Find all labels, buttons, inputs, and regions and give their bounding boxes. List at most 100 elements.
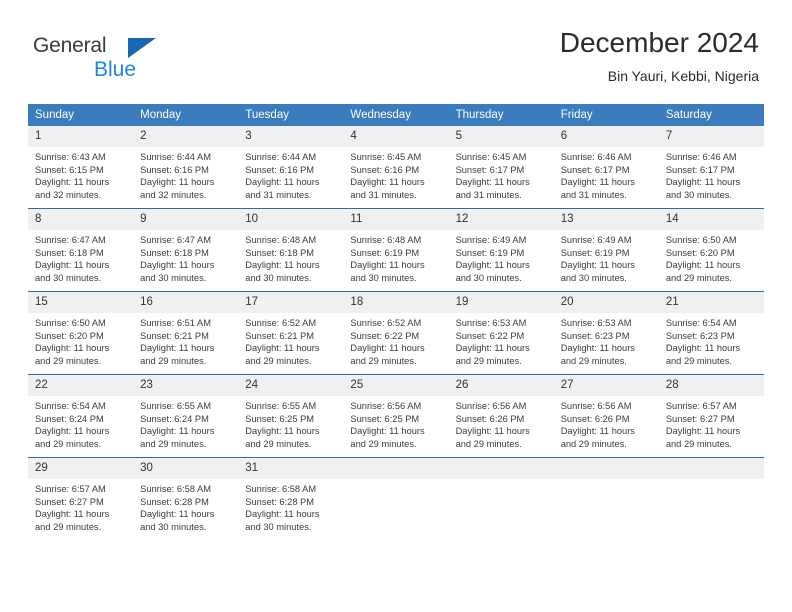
daylight-line1: Daylight: 11 hours xyxy=(350,260,425,271)
day-cell[interactable]: 16 Sunrise: 6:51 AM Sunset: 6:21 PM Dayligh… xyxy=(133,291,239,375)
sunrise-text: Sunrise: 6:44 AM xyxy=(245,152,317,162)
day-cell[interactable]: 27 Sunrise: 6:56 AM Sunset: 6:26 PM Dayligh… xyxy=(553,374,659,458)
daylight-line2: and 29 minutes. xyxy=(35,521,102,532)
day-cell[interactable]: 7 Sunrise: 6:46 AM Sunset: 6:17 PM Daylight… xyxy=(658,126,764,209)
calendar-page: General Blue December 2024 Bin Yauri, Ke… xyxy=(0,0,792,612)
sunrise-text: Sunrise: 6:47 AM xyxy=(35,235,106,245)
daylight-line2: and 32 minutes. xyxy=(140,189,207,200)
sunset-text: Sunset: 6:23 PM xyxy=(665,330,735,341)
day-details: Sunrise: 6:53 AM Sunset: 6:23 PM Daylight:… xyxy=(554,313,659,384)
daylight-line2: and 30 minutes. xyxy=(245,272,312,283)
daylight-line1: Daylight: 11 hours xyxy=(455,260,530,271)
day-number: 25 xyxy=(343,375,449,396)
daylight-line1: Daylight: 11 hours xyxy=(245,177,320,188)
daylight-line1: Daylight: 11 hours xyxy=(35,177,110,188)
day-details: Sunrise: 6:48 AM Sunset: 6:19 PM Daylight:… xyxy=(343,230,448,301)
day-cell[interactable]: 6 Sunrise: 6:46 AM Sunset: 6:17 PM Daylight… xyxy=(553,126,659,209)
week-row: 15 Sunrise: 6:50 AM Sunset: 6:20 PM Dayligh… xyxy=(28,291,764,375)
day-cell[interactable]: 11 Sunrise: 6:48 AM Sunset: 6:19 PM Dayligh… xyxy=(343,208,449,292)
sunrise-text: Sunrise: 6:58 AM xyxy=(245,484,317,494)
daylight-line1: Daylight: 11 hours xyxy=(140,177,215,188)
day-cell[interactable]: 12 Sunrise: 6:49 AM Sunset: 6:19 PM Dayligh… xyxy=(448,208,554,292)
daylight-line1: Daylight: 11 hours xyxy=(665,426,741,437)
day-details: Sunrise: 6:44 AM Sunset: 6:16 PM Daylight:… xyxy=(238,147,343,218)
daylight-line2: and 32 minutes. xyxy=(35,189,102,200)
calendar-header-row: Sunday Monday Tuesday Wednesday Thursday… xyxy=(28,104,764,126)
daylight-line2: and 30 minutes. xyxy=(140,272,207,283)
day-cell[interactable]: 5 Sunrise: 6:45 AM Sunset: 6:17 PM Daylight… xyxy=(448,126,554,209)
sunrise-text: Sunrise: 6:53 AM xyxy=(455,318,527,328)
day-cell[interactable]: 26 Sunrise: 6:56 AM Sunset: 6:26 PM Dayligh… xyxy=(448,374,554,458)
day-cell[interactable]: 10 Sunrise: 6:48 AM Sunset: 6:18 PM Dayligh… xyxy=(238,208,344,292)
day-cell[interactable]: 15 Sunrise: 6:50 AM Sunset: 6:20 PM Dayligh… xyxy=(28,291,134,375)
day-number: 26 xyxy=(448,375,554,396)
daylight-line2: and 30 minutes. xyxy=(350,272,417,283)
daylight-line2: and 29 minutes. xyxy=(245,355,312,366)
day-cell[interactable]: 29 Sunrise: 6:57 AM Sunset: 6:27 PM Dayligh… xyxy=(28,457,134,540)
day-details: Sunrise: 6:55 AM Sunset: 6:25 PM Daylight:… xyxy=(238,396,343,467)
day-details: Sunrise: 6:58 AM Sunset: 6:28 PM Daylight:… xyxy=(133,479,238,550)
day-cell[interactable]: 1 Sunrise: 6:43 AM Sunset: 6:15 PM Daylight… xyxy=(28,126,134,209)
daylight-line1: Daylight: 11 hours xyxy=(560,426,635,437)
daylight-line2: and 29 minutes. xyxy=(665,355,732,366)
day-cell[interactable]: 17 Sunrise: 6:52 AM Sunset: 6:21 PM Dayligh… xyxy=(238,291,344,375)
day-cell[interactable]: 28 Sunrise: 6:57 AM Sunset: 6:27 PM Dayligh… xyxy=(658,374,764,458)
day-number: 15 xyxy=(28,292,134,313)
daylight-line1: Daylight: 11 hours xyxy=(140,260,215,271)
day-details: Sunrise: 6:54 AM Sunset: 6:24 PM Daylight:… xyxy=(28,396,133,467)
sunrise-text: Sunrise: 6:46 AM xyxy=(560,152,632,162)
day-details: Sunrise: 6:52 AM Sunset: 6:21 PM Daylight:… xyxy=(238,313,343,384)
day-details: Sunrise: 6:43 AM Sunset: 6:15 PM Daylight:… xyxy=(28,147,133,218)
sunset-text: Sunset: 6:28 PM xyxy=(245,496,315,507)
day-details: Sunrise: 6:49 AM Sunset: 6:19 PM Daylight:… xyxy=(554,230,659,301)
day-cell[interactable]: 2 Sunrise: 6:44 AM Sunset: 6:16 PM Daylight… xyxy=(133,126,239,209)
day-cell[interactable]: 23 Sunrise: 6:55 AM Sunset: 6:24 PM Dayligh… xyxy=(133,374,239,458)
sunset-text: Sunset: 6:17 PM xyxy=(560,164,630,175)
sunrise-text: Sunrise: 6:57 AM xyxy=(35,484,106,494)
day-cell[interactable]: 13 Sunrise: 6:49 AM Sunset: 6:19 PM Dayligh… xyxy=(553,208,659,292)
day-details: Sunrise: 6:50 AM Sunset: 6:20 PM Daylight:… xyxy=(28,313,133,384)
daylight-line1: Daylight: 11 hours xyxy=(455,177,530,188)
daylight-line1: Daylight: 11 hours xyxy=(350,426,425,437)
day-cell[interactable]: 31 Sunrise: 6:58 AM Sunset: 6:28 PM Dayligh… xyxy=(238,457,344,540)
sunset-text: Sunset: 6:25 PM xyxy=(245,413,315,424)
day-details: Sunrise: 6:50 AM Sunset: 6:20 PM Daylight:… xyxy=(659,230,764,301)
day-number: 30 xyxy=(133,458,239,479)
day-number: 31 xyxy=(238,458,344,479)
day-cell[interactable]: 30 Sunrise: 6:58 AM Sunset: 6:28 PM Dayligh… xyxy=(133,457,239,540)
day-number: 4 xyxy=(343,126,449,147)
day-cell[interactable]: 25 Sunrise: 6:56 AM Sunset: 6:25 PM Dayligh… xyxy=(343,374,449,458)
day-details: Sunrise: 6:45 AM Sunset: 6:16 PM Daylight:… xyxy=(343,147,448,218)
daylight-line2: and 30 minutes. xyxy=(560,272,627,283)
day-cell[interactable]: 4 Sunrise: 6:45 AM Sunset: 6:16 PM Daylight… xyxy=(343,126,449,209)
logo-word-general: General xyxy=(33,34,107,57)
day-cell[interactable]: 14 Sunrise: 6:50 AM Sunset: 6:20 PM Dayligh… xyxy=(658,208,764,292)
day-number: 2 xyxy=(133,126,239,147)
day-details: Sunrise: 6:55 AM Sunset: 6:24 PM Daylight:… xyxy=(133,396,238,467)
generalblue-logo[interactable]: General Blue xyxy=(33,33,213,85)
day-cell[interactable]: 20 Sunrise: 6:53 AM Sunset: 6:23 PM Dayligh… xyxy=(553,291,659,375)
sunset-text: Sunset: 6:25 PM xyxy=(350,413,420,424)
sunset-text: Sunset: 6:16 PM xyxy=(350,164,420,175)
day-cell[interactable]: 22 Sunrise: 6:54 AM Sunset: 6:24 PM Dayligh… xyxy=(28,374,134,458)
daylight-line1: Daylight: 11 hours xyxy=(560,177,635,188)
page-subtitle: Bin Yauri, Kebbi, Nigeria xyxy=(607,68,759,84)
day-cell[interactable]: 3 Sunrise: 6:44 AM Sunset: 6:16 PM Daylight… xyxy=(238,126,344,209)
sunset-text: Sunset: 6:20 PM xyxy=(35,330,104,341)
day-details: Sunrise: 6:57 AM Sunset: 6:27 PM Daylight:… xyxy=(659,396,764,467)
day-cell[interactable]: 24 Sunrise: 6:55 AM Sunset: 6:25 PM Dayligh… xyxy=(238,374,344,458)
logo-word-blue: Blue xyxy=(94,58,137,81)
sunrise-text: Sunrise: 6:56 AM xyxy=(560,401,632,411)
day-cell[interactable]: 8 Sunrise: 6:47 AM Sunset: 6:18 PM Daylight… xyxy=(28,208,134,292)
daylight-line1: Daylight: 11 hours xyxy=(35,426,110,437)
daylight-line1: Daylight: 11 hours xyxy=(665,260,741,271)
day-number xyxy=(658,458,764,479)
day-cell[interactable]: 18 Sunrise: 6:52 AM Sunset: 6:22 PM Dayligh… xyxy=(343,291,449,375)
sunrise-text: Sunrise: 6:54 AM xyxy=(35,401,106,411)
daylight-line1: Daylight: 11 hours xyxy=(665,343,741,354)
day-cell[interactable]: 21 Sunrise: 6:54 AM Sunset: 6:23 PM Dayligh… xyxy=(658,291,764,375)
daylight-line2: and 30 minutes. xyxy=(455,272,522,283)
day-cell[interactable]: 19 Sunrise: 6:53 AM Sunset: 6:22 PM Dayligh… xyxy=(448,291,554,375)
day-cell[interactable]: 9 Sunrise: 6:47 AM Sunset: 6:18 PM Daylight… xyxy=(133,208,239,292)
daylight-line2: and 29 minutes. xyxy=(35,438,102,449)
